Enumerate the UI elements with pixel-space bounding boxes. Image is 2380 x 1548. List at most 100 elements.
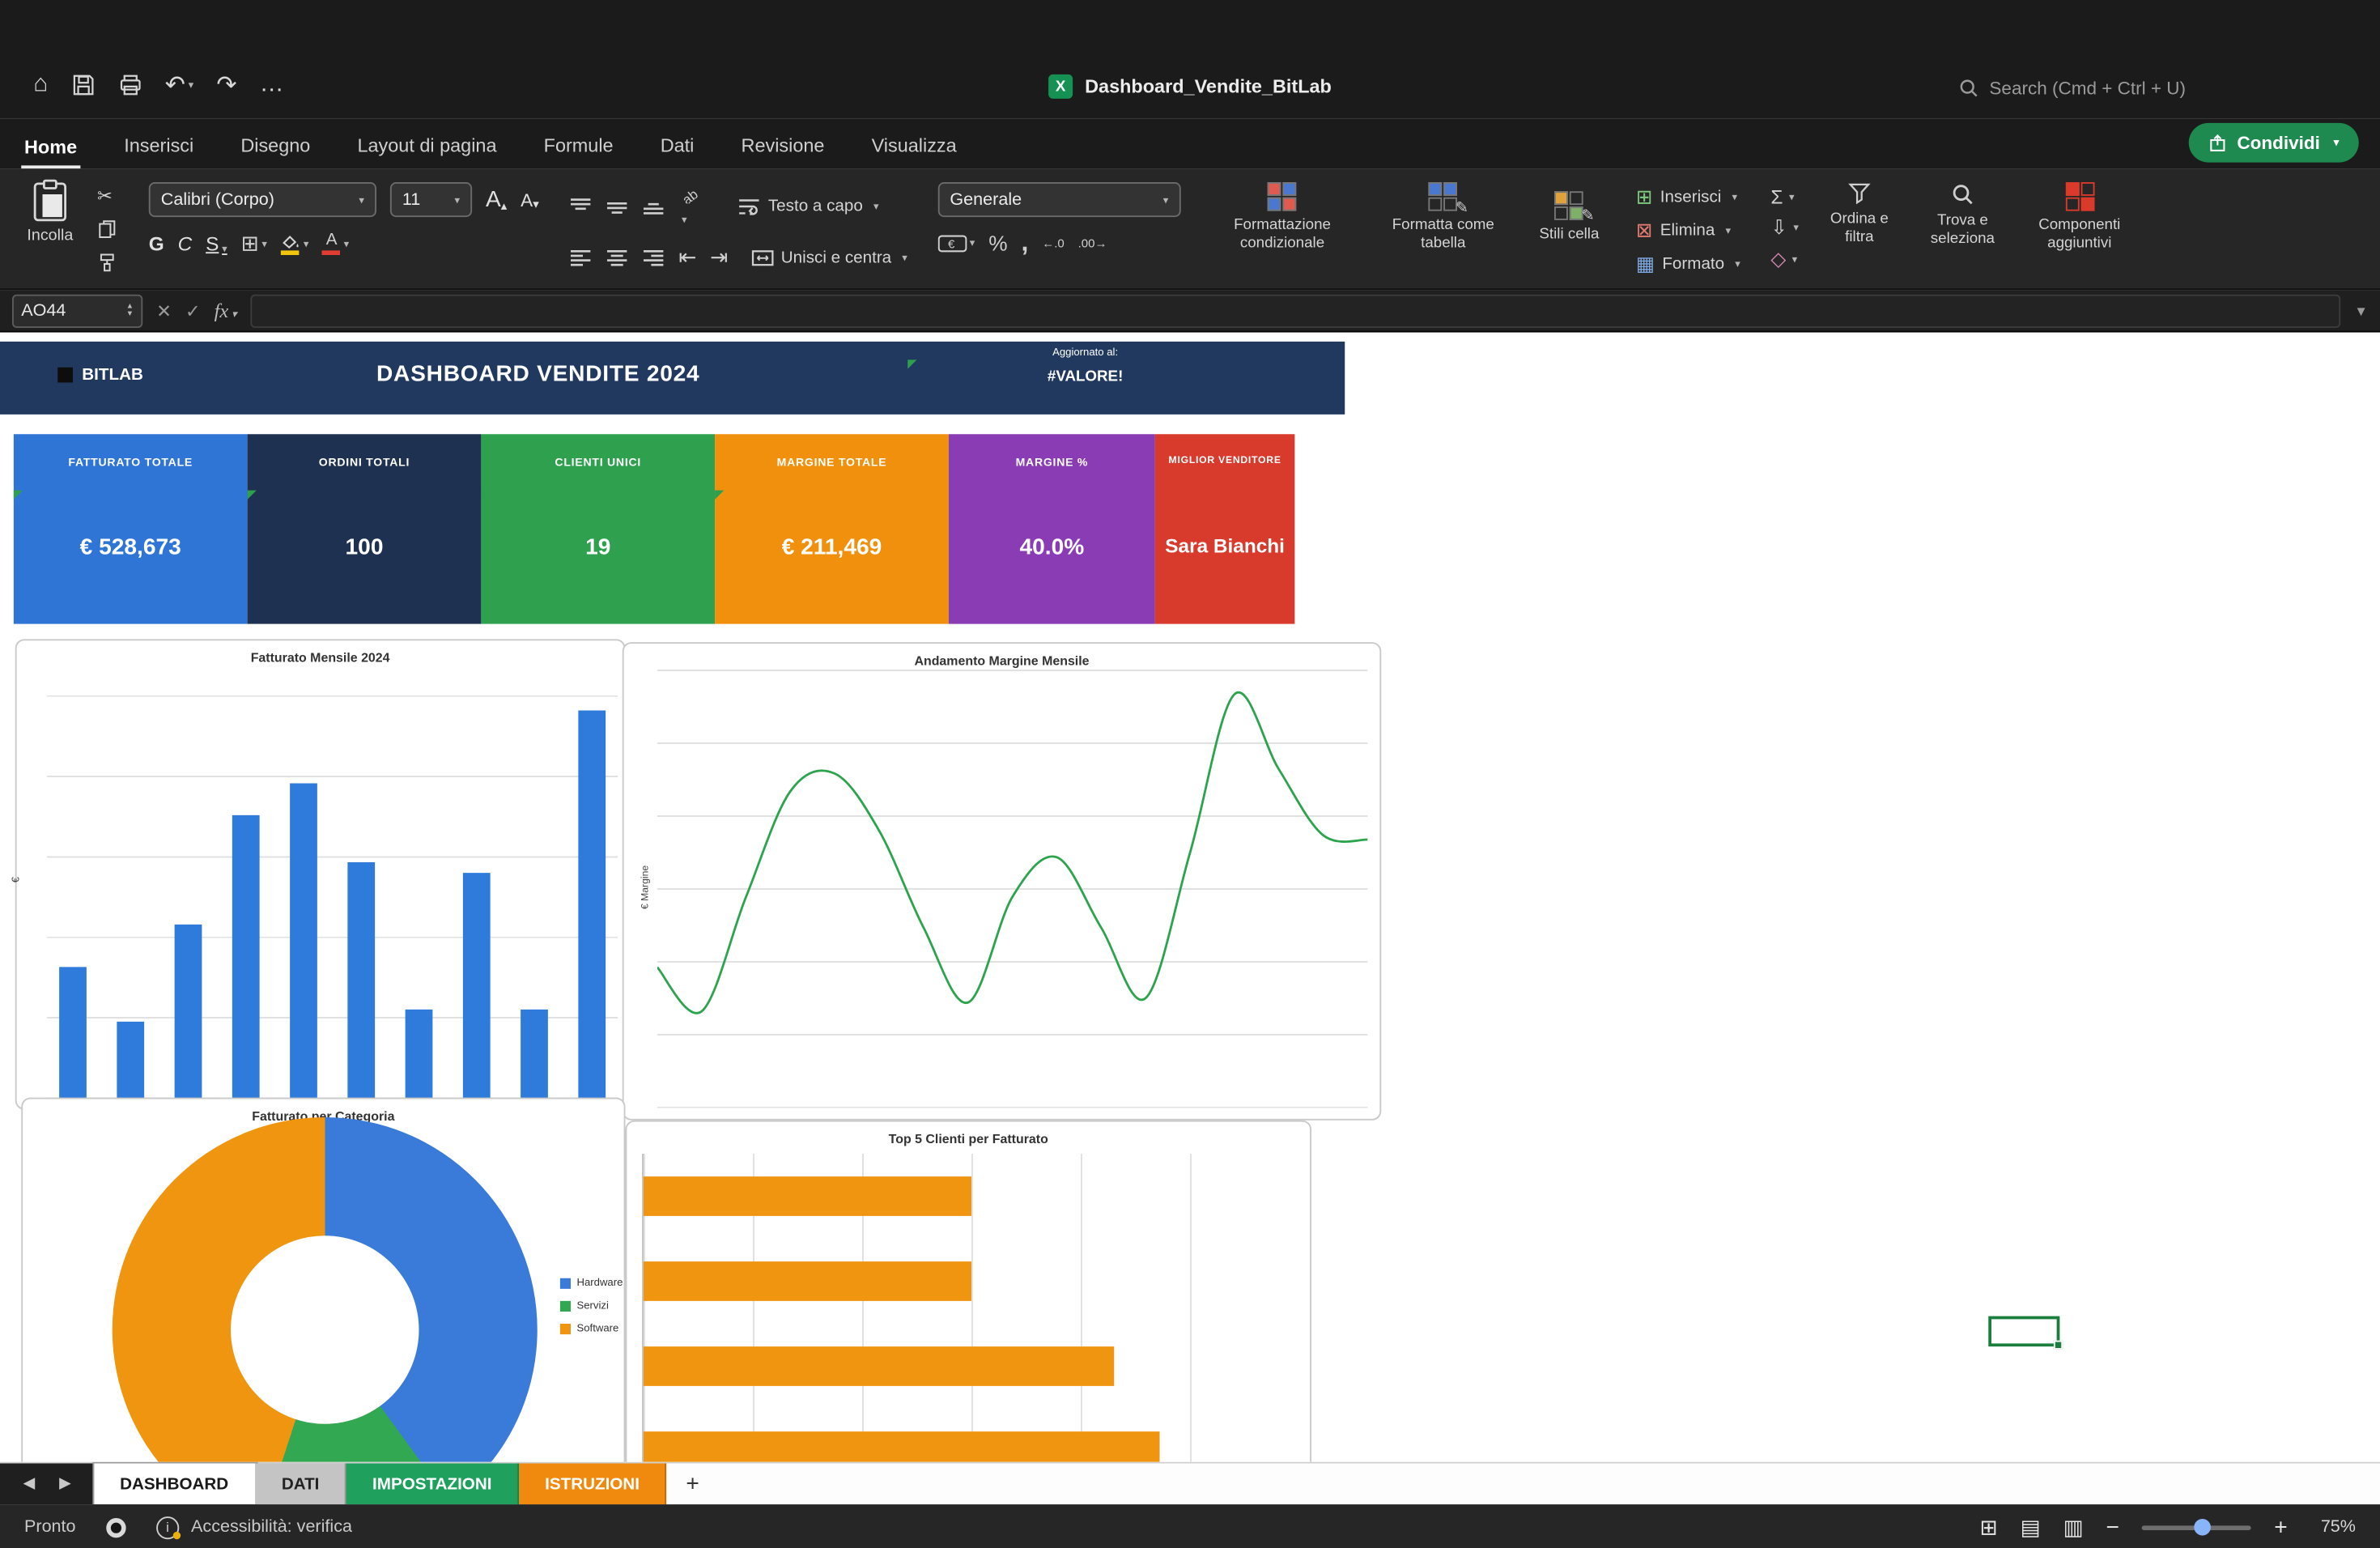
underline-button[interactable]: S▾ [206,232,227,255]
kpi-card-margine-totale[interactable]: MARGINE TOTALE € 211,469 [715,434,949,623]
chart-top-clienti[interactable]: Top 5 Clienti per Fatturato [626,1121,1312,1462]
find-select-button[interactable]: Trova e seleziona [1920,176,2005,248]
conditional-formatting-button[interactable]: Formattazione condizionale [1211,176,1354,253]
align-bottom-icon[interactable] [642,198,665,216]
share-button[interactable]: Condividi ▾ [2188,123,2358,163]
undo-icon[interactable]: ↶▾ [165,68,193,101]
bold-button[interactable]: G [149,232,164,255]
monthly-bar-plot [47,694,618,1101]
format-cells-button[interactable]: ▦ Formato ▾ [1636,252,1740,276]
dashboard-banner[interactable]: BITLAB DASHBOARD VENDITE 2024 Aggiornato… [0,342,1345,415]
increase-indent-icon[interactable]: ⇥ [710,245,728,270]
tab-revisione[interactable]: Revisione [738,128,827,169]
clear-button[interactable]: ◇▾ [1770,248,1799,272]
cut-icon[interactable]: ✂ [97,184,118,206]
selected-cell[interactable] [1988,1316,2059,1347]
align-top-icon[interactable] [569,198,592,216]
add-sheet-button[interactable]: + [667,1464,719,1505]
cell-styles-button[interactable]: ✎ Stili cella [1532,185,1605,243]
tab-inserisci[interactable]: Inserisci [121,128,197,169]
zoom-in-icon[interactable]: + [2274,1514,2287,1540]
font-color-button[interactable]: A ▾ [322,232,349,255]
comma-style-button[interactable]: , [1021,235,1028,250]
align-left-icon[interactable] [569,249,592,267]
redo-icon[interactable]: ↷ [216,68,236,101]
italic-button[interactable]: C [178,232,193,255]
tab-disegno[interactable]: Disegno [238,128,314,169]
cancel-entry-icon[interactable]: ✕ [156,300,172,321]
kpi-card-ordini-totali[interactable]: ORDINI TOTALI 100 [248,434,482,623]
copy-icon[interactable] [97,217,118,240]
sort-filter-button[interactable]: Ordina e filtra [1820,176,1899,246]
next-sheet-icon[interactable]: ▶ [59,1476,70,1493]
chart-fatturato-mensile[interactable]: Fatturato Mensile 2024 € [15,639,626,1109]
accessibility-status[interactable]: i Accessibilità: verifica [156,1516,352,1538]
wrap-text-button[interactable]: Testo a capo ▾ [737,198,878,216]
formula-input[interactable] [250,294,2340,327]
kpi-card-margine-pct[interactable]: MARGINE % 40.0% [949,434,1155,623]
autosum-button[interactable]: Σ▾ [1770,185,1799,208]
kpi-card-fatturato-totale[interactable]: FATTURATO TOTALE € 528,673 [14,434,248,623]
more-commands-icon[interactable]: … [260,68,284,101]
kpi-card-clienti-unici[interactable]: CLIENTI UNICI 19 [481,434,715,623]
tab-dati[interactable]: Dati [657,128,697,169]
decrease-font-size-button[interactable]: A▾ [521,189,539,210]
align-center-icon[interactable] [606,249,628,267]
normal-view-icon[interactable]: ⊞ [1979,1514,1997,1540]
sheet-tab-dashboard[interactable]: DASHBOARD [94,1464,256,1505]
name-box-spinner[interactable]: ▲▼ [126,303,134,318]
accounting-format-button[interactable]: € ▾ [937,233,975,253]
font-size-select[interactable]: 11 ▾ [390,182,472,217]
sheet-tab-impostazioni[interactable]: IMPOSTAZIONI [346,1464,519,1505]
formula-bar-expand-icon[interactable]: ▼ [2354,303,2368,318]
document-title-text: Dashboard_Vendite_BitLab [1085,76,1332,97]
zoom-slider-knob[interactable] [2194,1519,2211,1536]
merge-center-button[interactable]: Unisci e centra ▾ [750,249,907,267]
percent-style-button[interactable]: % [988,231,1007,255]
kpi-card-miglior-venditore[interactable]: MIGLIOR VENDITORE Sara Bianchi [1155,434,1295,623]
search-field[interactable]: Search (Cmd + Ctrl + U) [1957,78,2186,99]
page-break-view-icon[interactable]: ▥ [2063,1514,2084,1540]
insert-function-button[interactable]: fx▾ [215,298,237,322]
font-name-select[interactable]: Calibri (Corpo) ▾ [149,182,376,217]
macro-record-icon[interactable] [106,1517,125,1537]
increase-decimal-button[interactable]: ←.0 [1042,236,1065,250]
decrease-indent-icon[interactable]: ⇤ [678,245,696,270]
name-box[interactable]: AO44 ▲▼ [12,294,142,327]
tab-visualizza[interactable]: Visualizza [869,128,960,169]
sheet-tab-istruzioni[interactable]: ISTRUZIONI [519,1464,667,1505]
fill-handle[interactable] [2054,1341,2063,1350]
chart-fatturato-categoria[interactable]: Fatturato per Categoria HardwareServiziS… [21,1098,625,1462]
tab-formule[interactable]: Formule [541,128,616,169]
page-layout-view-icon[interactable]: ▤ [2021,1514,2041,1540]
text-orientation-button[interactable]: ab▾ [678,182,703,231]
confirm-entry-icon[interactable]: ✓ [185,300,201,321]
insert-cells-button[interactable]: ⊞ Inserisci ▾ [1636,185,1740,210]
chart-andamento-margine[interactable]: Andamento Margine Mensile € Margine [623,642,1382,1121]
sheet-tab-dati[interactable]: DATI [256,1464,346,1505]
zoom-out-icon[interactable]: − [2106,1514,2119,1540]
home-icon[interactable]: ⌂ [33,68,48,101]
delete-cells-button[interactable]: ⊠ Elimina ▾ [1636,219,1740,243]
decrease-decimal-button[interactable]: .00→ [1078,236,1107,250]
align-middle-icon[interactable] [606,198,628,216]
format-painter-icon[interactable] [97,250,118,273]
fill-color-button[interactable]: ▾ [281,233,309,254]
addins-button[interactable]: Componenti aggiuntivi [2026,176,2132,253]
tab-home[interactable]: Home [21,128,80,168]
save-icon[interactable] [71,68,96,101]
worksheet-area[interactable]: BITLAB DASHBOARD VENDITE 2024 Aggiornato… [0,333,2380,1462]
print-icon[interactable] [118,68,142,101]
conditional-formatting-label: Formattazione condizionale [1211,217,1354,252]
zoom-slider[interactable] [2142,1525,2251,1529]
borders-button[interactable]: ⊞▾ [241,231,267,257]
paste-button[interactable]: Incolla [15,176,85,274]
tab-layout-di-pagina[interactable]: Layout di pagina [355,128,500,169]
fill-button[interactable]: ⇩▾ [1770,215,1799,240]
number-format-select[interactable]: Generale ▾ [937,182,1180,217]
prev-sheet-icon[interactable]: ◀ [23,1476,35,1493]
kpi-value: Sara Bianchi [1155,534,1295,557]
format-as-table-button[interactable]: ✎ Formatta come tabella [1378,176,1508,253]
align-right-icon[interactable] [642,249,665,267]
increase-font-size-button[interactable]: A▴ [486,187,507,213]
